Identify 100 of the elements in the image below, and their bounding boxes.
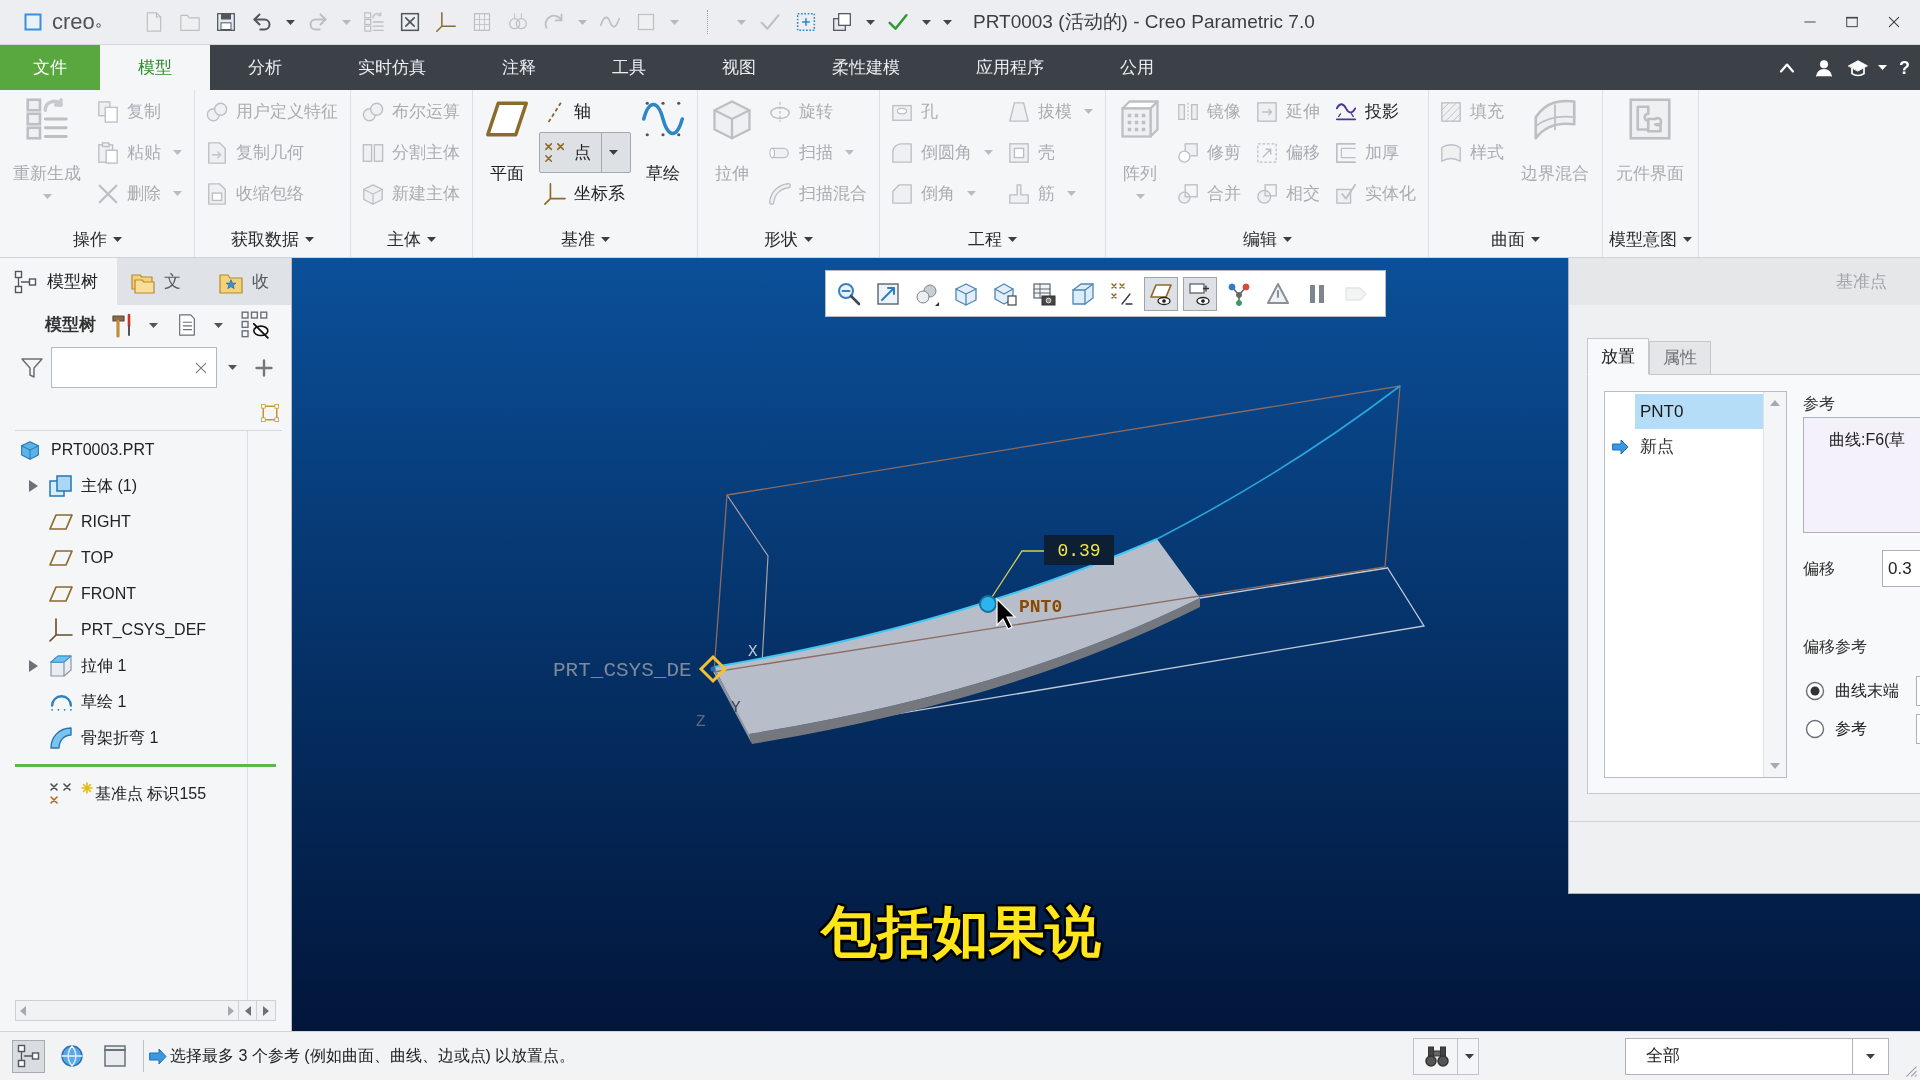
chevron-up-icon[interactable]: [1779, 61, 1795, 74]
ribbon-tab[interactable]: 公用: [1082, 45, 1192, 90]
caret-icon[interactable]: [214, 322, 223, 328]
left-arrow-icon[interactable]: [244, 1005, 251, 1016]
expand-arrow-icon[interactable]: [28, 660, 38, 672]
logo-text: creo: [52, 11, 95, 33]
offset-input[interactable]: 0.3: [1882, 550, 1920, 587]
table-camera-icon[interactable]: [1032, 281, 1056, 306]
datum-crosses-icon[interactable]: [1110, 281, 1134, 306]
selection-filter-dropdown[interactable]: 全部: [1625, 1037, 1889, 1075]
list-item[interactable]: 新点: [1635, 429, 1763, 464]
tree-item[interactable]: 基准点 标识155: [0, 776, 291, 812]
check-icon[interactable]: [888, 12, 908, 32]
caret-icon[interactable]: [285, 19, 295, 25]
tree-item[interactable]: 主体 (1): [0, 468, 291, 504]
dialog-tab[interactable]: 放置: [1587, 338, 1649, 375]
help-button[interactable]: ?: [1899, 58, 1910, 77]
csys-marker-icon[interactable]: [698, 654, 728, 684]
caret-icon[interactable]: [942, 19, 952, 25]
globe-icon[interactable]: [59, 1044, 84, 1068]
sketch-button[interactable]: 草绘: [635, 91, 691, 221]
windows-icon[interactable]: [832, 12, 852, 32]
value-field[interactable]: [1916, 714, 1920, 744]
dotted-square-icon[interactable]: [796, 12, 816, 32]
frame-icon[interactable]: [261, 403, 279, 422]
group-menu-button[interactable]: 形状: [764, 226, 813, 253]
tree-item[interactable]: 骨架折弯 1: [0, 720, 291, 756]
group-menu-button[interactable]: 模型意图: [1609, 226, 1692, 253]
maximize-icon[interactable]: [1845, 15, 1859, 29]
tree-item[interactable]: 草绘 1: [0, 684, 291, 720]
group-menu-button[interactable]: 曲面: [1491, 226, 1540, 253]
reference-field[interactable]: 曲线:F6(草: [1803, 417, 1920, 533]
ribbon-tab[interactable]: 实时仿真: [320, 45, 464, 90]
crosses-icon: [544, 141, 566, 164]
tree-item[interactable]: TOP: [0, 540, 291, 576]
connected-dots-icon[interactable]: [1227, 281, 1251, 306]
wireframe-box-icon[interactable]: [1071, 281, 1095, 306]
caret-icon[interactable]: [921, 19, 931, 25]
project-button[interactable]: 投影: [1330, 91, 1422, 132]
ribbon-tab[interactable]: 工具: [574, 45, 684, 90]
group-menu-button[interactable]: 编辑: [1242, 226, 1292, 253]
list-icon[interactable]: [176, 313, 198, 337]
panel-tab[interactable]: 模型树: [0, 258, 117, 305]
caret-icon[interactable]: [149, 322, 158, 328]
coordinate-system-button[interactable]: 坐标系: [539, 173, 631, 214]
ribbon-tab[interactable]: 应用程序: [938, 45, 1082, 90]
list-item[interactable]: PNT0: [1635, 394, 1763, 429]
ribbon-tab[interactable]: 分析: [210, 45, 320, 90]
toggle-button[interactable]: [12, 1039, 45, 1073]
expand-arrow-icon[interactable]: [28, 480, 38, 492]
reference-item[interactable]: 曲线:F6(草: [1829, 428, 1920, 452]
grid-eye-icon[interactable]: [241, 311, 269, 339]
radio-option[interactable]: 参考: [1803, 717, 1916, 741]
cube-icon[interactable]: [954, 281, 978, 306]
search-field[interactable]: [51, 347, 217, 388]
dialog-tab[interactable]: 属性: [1649, 341, 1711, 375]
caret-icon[interactable]: [1878, 65, 1887, 70]
group-menu-button[interactable]: 基准: [560, 226, 610, 253]
circle-square-icon: [1256, 182, 1278, 205]
tree-item[interactable]: FRONT: [0, 576, 291, 612]
group-menu-button[interactable]: 主体: [387, 226, 436, 253]
triangle-icon[interactable]: [1266, 281, 1290, 306]
curved-plate[interactable]: [713, 538, 1200, 744]
caret-icon[interactable]: [228, 365, 237, 370]
cube-badge-icon[interactable]: [993, 281, 1017, 306]
tree-item[interactable]: RIGHT: [0, 504, 291, 540]
window-icon[interactable]: [102, 1044, 127, 1068]
filter-icon[interactable]: [20, 355, 44, 380]
axes-icon[interactable]: [436, 12, 456, 32]
person-icon[interactable]: [1815, 58, 1833, 77]
tree-item[interactable]: 拉伸 1: [0, 648, 291, 684]
spheres-icon[interactable]: [915, 281, 939, 306]
plus-icon[interactable]: [255, 358, 273, 377]
group-menu-button[interactable]: 操作: [72, 226, 122, 253]
window-cross-icon[interactable]: [400, 12, 420, 32]
plane-button[interactable]: 平面: [479, 91, 535, 221]
tree-item[interactable]: PRT_CSYS_DEF: [0, 612, 291, 648]
caret-icon[interactable]: [865, 19, 875, 25]
find-button[interactable]: [1413, 1037, 1479, 1075]
right-arrow-icon[interactable]: [263, 1005, 270, 1016]
square-diagonal-icon[interactable]: [876, 281, 900, 306]
datum-point-marker[interactable]: [979, 595, 997, 613]
point-button[interactable]: 点: [539, 132, 631, 173]
group-menu-button[interactable]: 获取数据: [231, 226, 314, 253]
radio-option[interactable]: 曲线末端: [1803, 679, 1916, 703]
undo-icon[interactable]: [252, 12, 272, 32]
ribbon-tab[interactable]: 注释: [464, 45, 574, 90]
ribbon-tab[interactable]: 柔性建模: [794, 45, 938, 90]
ribbon-tab[interactable]: 模型: [100, 45, 210, 90]
axis-button[interactable]: 轴: [539, 91, 631, 132]
clear-icon[interactable]: [194, 360, 208, 375]
group-menu-button[interactable]: 工程: [968, 226, 1017, 253]
value-field[interactable]: [1916, 676, 1920, 706]
zoom-out-icon[interactable]: [837, 281, 861, 306]
binoculars-icon: [1424, 1044, 1450, 1068]
dimension-label[interactable]: 0.39: [1044, 535, 1114, 565]
ribbon-tab[interactable]: 视图: [684, 45, 794, 90]
graduation-cap-icon[interactable]: [1847, 58, 1869, 77]
close-icon[interactable]: [1887, 15, 1901, 29]
tree-item[interactable]: PRT0003.PRT: [0, 432, 291, 468]
